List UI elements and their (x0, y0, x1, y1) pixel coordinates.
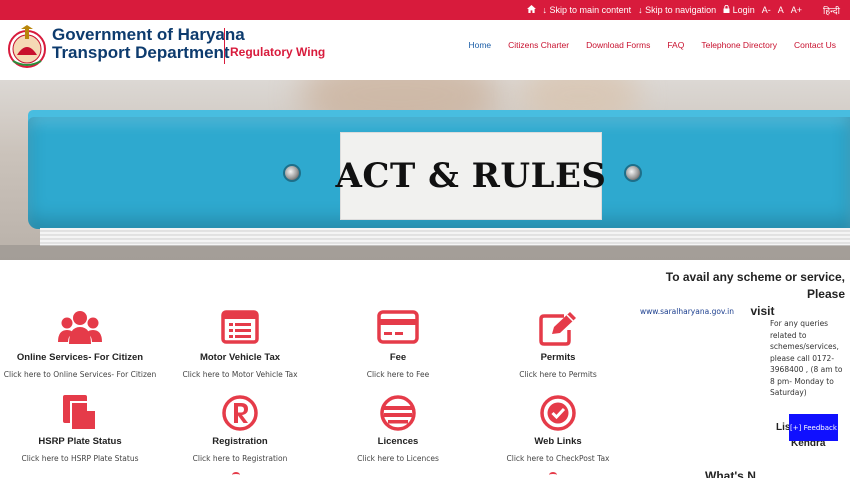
hero-banner: ACT & RULES (0, 80, 850, 260)
service-title: Motor Vehicle Tax (199, 352, 281, 363)
saral-haryana-link[interactable]: www.saralharyana.gov.in (640, 307, 734, 316)
regulatory-wing-label: Regulatory Wing (230, 45, 326, 59)
file-copy-icon (0, 394, 165, 434)
service-title: Web Links (534, 436, 582, 447)
service-link[interactable]: Click here to HSRP Plate Status (0, 454, 165, 463)
top-utility-bar: ↓ Skip to main content ↓ Skip to navigat… (0, 0, 850, 20)
service-link[interactable]: Click here to Online Services- For Citiz… (0, 370, 165, 379)
service-link[interactable]: Click here to Permits (473, 370, 643, 379)
skip-main-link[interactable]: ↓ Skip to main content (543, 5, 632, 15)
nav-citizens-charter[interactable]: Citizens Charter (508, 40, 569, 50)
nav-telephone-directory[interactable]: Telephone Directory (701, 40, 777, 50)
avail-line-1: To avail any scheme or service, Please (665, 270, 845, 301)
binder-ring-right (624, 164, 642, 182)
service-link[interactable]: Click here to Fee (313, 370, 483, 379)
licence-icon (313, 394, 483, 434)
service-link[interactable]: Click here to CheckPost Tax (473, 454, 643, 463)
font-normal-button[interactable]: A (778, 5, 784, 15)
skip-main-label: Skip to main content (549, 5, 632, 15)
nav-contact-us[interactable]: Contact Us (794, 40, 836, 50)
service-link[interactable]: Click here to Motor Vehicle Tax (155, 370, 325, 379)
service-title: Online Services- For Citizen (16, 352, 144, 363)
haryana-emblem-logo[interactable] (7, 25, 47, 69)
nav-download-forms[interactable]: Download Forms (586, 40, 650, 50)
check-circle-icon (473, 394, 643, 434)
arrow-down-icon: ↓ (638, 5, 643, 15)
service-link[interactable]: Click here to Licences (313, 454, 483, 463)
government-title: Government of Haryana (52, 25, 245, 44)
users-icon (0, 310, 165, 350)
helpline-info: For any queries related to schemes/servi… (770, 319, 843, 397)
edit-icon (473, 310, 643, 350)
service-title: HSRP Plate Status (38, 436, 122, 447)
arrow-down-icon: ↓ (542, 5, 548, 15)
binder-ring-left (283, 164, 301, 182)
font-decrease-button[interactable]: A- (762, 5, 771, 15)
binder-label: ACT & RULES (336, 132, 606, 220)
home-icon[interactable] (526, 5, 536, 15)
main-nav: Home Citizens Charter Download Forms FAQ… (468, 40, 836, 50)
service-link[interactable]: Click here to Registration (155, 454, 325, 463)
font-increase-button[interactable]: A+ (791, 5, 802, 15)
login-link[interactable]: Login (723, 4, 755, 15)
lock-icon (723, 4, 733, 15)
credit-card-icon (313, 310, 483, 350)
department-title: Transport Department (52, 43, 230, 62)
header-divider (224, 28, 225, 64)
banner-label-text: ACT & RULES (335, 156, 607, 196)
list-window-icon (155, 310, 325, 350)
service-title: Registration (212, 436, 268, 447)
service-title: Permits (540, 352, 576, 363)
skip-nav-link[interactable]: ↓ Skip to navigation (638, 5, 716, 15)
service-title: Fee (389, 352, 407, 363)
partial-icon (232, 472, 240, 478)
table-shadow (0, 245, 850, 260)
service-title: Licences (377, 436, 419, 447)
partial-icon (549, 472, 557, 478)
site-header: Government of Haryana Transport Departme… (0, 20, 850, 72)
nav-faq[interactable]: FAQ (667, 40, 684, 50)
feedback-button[interactable]: [+] Feedback (789, 414, 838, 441)
paper-stack (40, 228, 850, 246)
nav-home[interactable]: Home (468, 40, 491, 50)
login-label: Login (732, 5, 755, 15)
registered-icon (155, 394, 325, 434)
language-hindi-link[interactable]: हिन्दी (823, 4, 840, 17)
whats-new-heading: What's N (705, 469, 756, 478)
skip-nav-label: Skip to navigation (645, 5, 717, 15)
